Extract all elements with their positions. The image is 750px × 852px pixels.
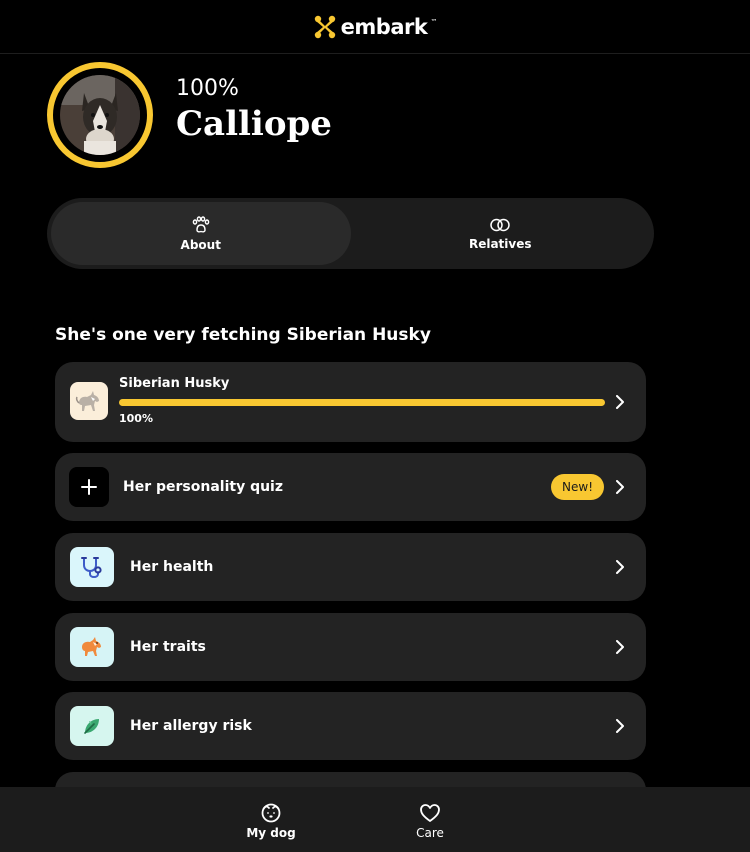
leaf-icon (84, 719, 99, 734)
allergy-label: Her allergy risk (130, 718, 252, 734)
dog-traits-icon (82, 637, 101, 656)
husky-photo (60, 75, 140, 155)
breed-name: Siberian Husky (119, 376, 230, 391)
traits-icon-box (70, 627, 114, 667)
top-bar: embark ™ (0, 0, 750, 54)
logo-text: embark (340, 14, 428, 39)
dog-avatar[interactable] (60, 75, 140, 155)
breed-card[interactable]: Siberian Husky 100% (55, 362, 646, 442)
allergy-card[interactable]: Her allergy risk (55, 692, 646, 760)
breed-percent-label: 100% (119, 412, 153, 425)
section-heading: She's one very fetching Siberian Husky (55, 325, 431, 345)
dog-profile-header: 100% Calliope (47, 62, 332, 168)
avatar-ring (47, 62, 153, 168)
nav-my-dog[interactable]: My dog (246, 803, 296, 840)
breed-icon-box (70, 382, 108, 420)
health-icon-box (70, 547, 114, 587)
dog-info: 100% Calliope (176, 75, 332, 144)
health-card[interactable]: Her health (55, 533, 646, 601)
personality-quiz-label: Her personality quiz (123, 479, 284, 495)
health-label: Her health (130, 559, 214, 575)
plus-icon-box (69, 467, 109, 507)
chevron-right-icon (616, 395, 624, 409)
nav-care-label: Care (416, 826, 444, 840)
embark-logo[interactable]: embark ™ (313, 14, 438, 39)
allergy-icon-box (70, 706, 114, 746)
chevron-right-icon (616, 719, 624, 733)
breed-content: Siberian Husky 100% (119, 376, 605, 425)
dog-face-icon (261, 803, 281, 823)
tab-about-label: About (180, 237, 221, 252)
logo-trademark: ™ (430, 17, 438, 26)
nav-care[interactable]: Care (410, 803, 450, 840)
nav-my-dog-label: My dog (246, 826, 296, 840)
traits-card[interactable]: Her traits (55, 613, 646, 681)
profile-tabs: About Relatives (47, 198, 654, 269)
heart-icon (420, 804, 440, 822)
breed-progress-bar (119, 399, 605, 406)
bottom-nav: My dog Care (0, 787, 750, 852)
tab-about[interactable]: About (51, 202, 351, 265)
personality-quiz-card[interactable]: Her personality quiz New! (55, 453, 646, 521)
husky-breed-icon (75, 391, 99, 411)
chevron-right-icon (616, 640, 624, 654)
chevron-right-icon (616, 560, 624, 574)
paw-icon (192, 215, 210, 232)
rings-icon (490, 218, 510, 231)
tab-relatives-label: Relatives (468, 236, 532, 251)
dog-name: Calliope (176, 103, 332, 144)
plus-icon (81, 479, 97, 495)
new-badge: New! (551, 474, 604, 500)
traits-label: Her traits (130, 639, 206, 655)
embark-logo-icon (314, 15, 335, 38)
stethoscope-icon (81, 557, 102, 579)
chevron-right-icon (616, 480, 624, 494)
breed-percent: 100% (176, 75, 239, 101)
tab-relatives[interactable]: Relatives (351, 202, 651, 265)
